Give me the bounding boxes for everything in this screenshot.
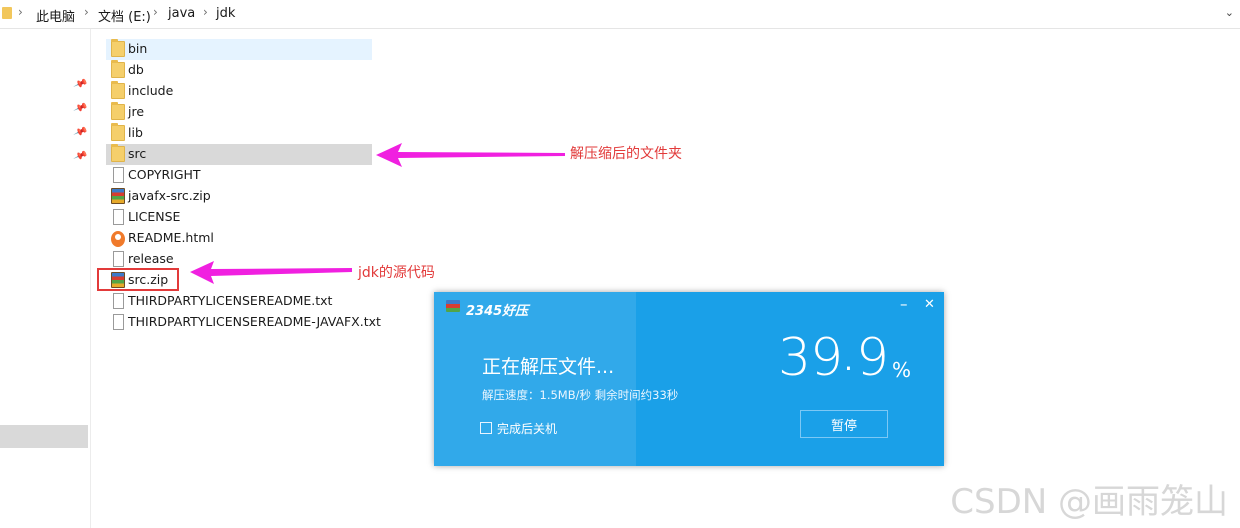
progress-percent-dot: . xyxy=(844,344,853,377)
shutdown-checkbox[interactable] xyxy=(480,422,492,434)
shutdown-label[interactable]: 完成后关机 xyxy=(497,420,557,437)
progress-percent-sign: % xyxy=(892,358,912,382)
dialog-header: 2345好压 – ✕ xyxy=(434,292,944,322)
extract-status: 正在解压文件... xyxy=(482,356,615,378)
arrow-src-zip xyxy=(190,261,352,284)
haozip-logo-icon xyxy=(446,300,460,312)
arrow-src-folder xyxy=(376,143,565,167)
close-button[interactable]: ✕ xyxy=(924,297,935,312)
annotation-src-folder: 解压缩后的文件夹 xyxy=(570,146,682,162)
progress-percent-dec: 9 xyxy=(856,328,890,388)
extract-speed: 解压速度：1.5MB/秒 剩余时间约33秒 xyxy=(482,388,679,402)
minimize-button[interactable]: – xyxy=(900,295,908,313)
pause-button[interactable]: 暂停 xyxy=(800,410,888,438)
annotation-src-zip: jdk的源代码 xyxy=(358,265,435,281)
watermark: CSDN @画雨笼山 xyxy=(950,482,1228,522)
extract-progress-dialog: 2345好压 – ✕ 正在解压文件... 解压速度：1.5MB/秒 剩余时间约3… xyxy=(434,292,944,466)
progress-percent-int: 39 xyxy=(778,328,843,388)
dialog-brand: 2345好压 xyxy=(466,304,529,319)
